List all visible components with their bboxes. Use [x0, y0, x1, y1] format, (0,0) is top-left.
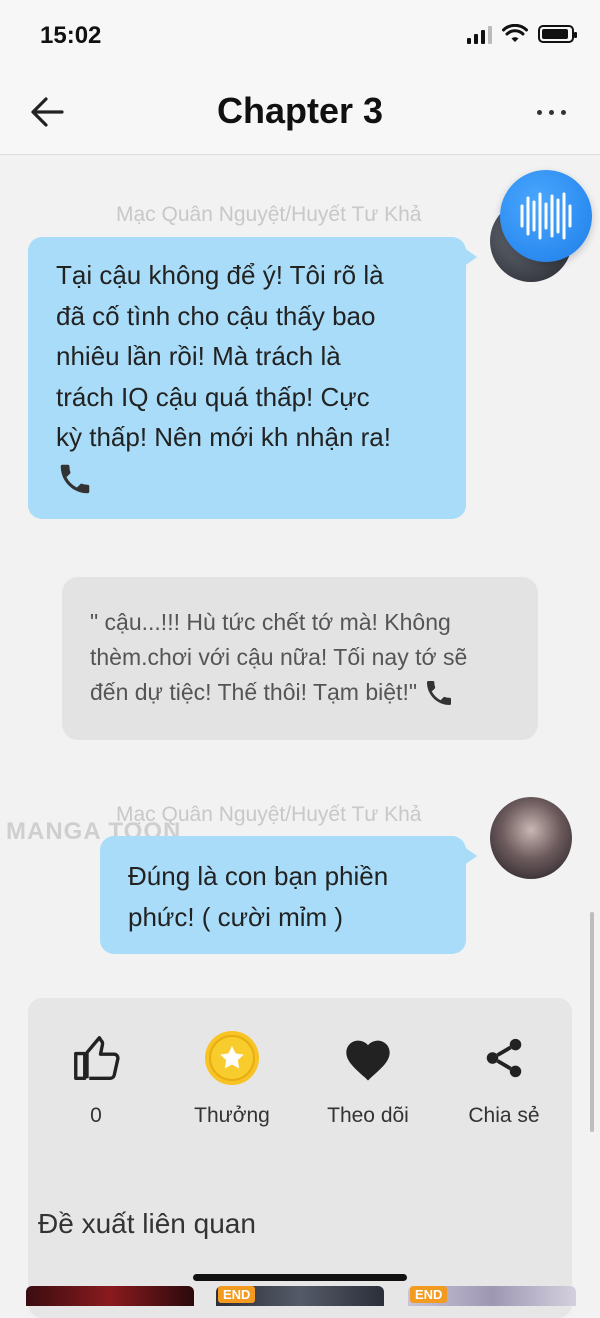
message-line: trách IQ cậu quá thấp! Cực: [56, 381, 370, 412]
message-author: Mạc Quân Nguyệt/Huyết Tư Khả: [116, 203, 422, 226]
home-indicator[interactable]: [193, 1274, 407, 1281]
message-line: kỳ thấp! Nên mới kh nhận ra!: [56, 422, 391, 452]
follow-label: Theo dõi: [327, 1104, 409, 1127]
battery-icon: [538, 25, 577, 43]
wifi-icon: [502, 24, 528, 42]
like-count: 0: [90, 1104, 102, 1127]
message-line: Đúng là con bạn phiền: [128, 861, 389, 891]
page-title: Chapter 3: [216, 90, 384, 131]
message-line: thèm.chơi với cậu nữa! Tối nay tớ sẽ: [90, 644, 468, 670]
narration-bubble: " cậu...!!! Hù tức chết tớ mà! Không thè…: [62, 577, 538, 740]
status-icons: [467, 24, 577, 44]
like-button[interactable]: 0: [36, 1028, 156, 1128]
follow-button[interactable]: Theo dõi: [308, 1028, 428, 1128]
share-button[interactable]: Chia sẻ: [444, 1028, 564, 1128]
phone-icon: [427, 680, 451, 705]
related-section-title: Đề xuất liên quan: [38, 1208, 256, 1239]
message-line: đến dự tiệc! Thế thôi! Tạm biệt!": [90, 679, 417, 705]
phone-icon: [60, 464, 90, 493]
status-bar: 15:02: [0, 0, 600, 72]
voice-playback-button[interactable]: [500, 170, 592, 262]
end-badge: END: [410, 1286, 448, 1303]
reward-button[interactable]: Thưởng: [172, 1028, 292, 1128]
share-icon: [486, 1038, 522, 1078]
more-options-icon[interactable]: [537, 110, 566, 115]
related-thumbnails: END END: [26, 1286, 586, 1306]
reward-label: Thưởng: [194, 1104, 270, 1127]
nav-bar: Chapter 3: [0, 72, 600, 155]
end-badge: END: [218, 1286, 256, 1303]
sound-wave-icon: [520, 192, 572, 240]
heart-icon: [346, 1040, 390, 1081]
scrollbar[interactable]: [590, 912, 594, 1132]
message-line: đã cố tình cho cậu thấy bao: [56, 300, 376, 331]
message-line: " cậu...!!! Hù tức chết tớ mà! Không: [90, 609, 451, 635]
cellular-signal-icon: [467, 24, 492, 44]
message-line: phức! ( cười mỉm ): [128, 901, 344, 932]
star-coin-icon: [205, 1031, 259, 1085]
chat-bubble: Đúng là con bạn phiền phức! ( cười mỉm ): [100, 836, 477, 954]
message-line: nhiêu lần rồi! Mà trách là: [56, 341, 341, 371]
related-thumbnail[interactable]: [26, 1286, 194, 1306]
chat-bubble: Tại cậu không để ý! Tôi rõ là đã cố tình…: [28, 237, 477, 519]
chapter-actions-panel: 0 Thưởng Theo dõi Chia sẻ Đề xuất liên q…: [26, 998, 576, 1318]
share-label: Chia sẻ: [468, 1104, 540, 1127]
status-time: 15:02: [40, 22, 102, 49]
thumbs-up-icon: [74, 1036, 120, 1080]
avatar[interactable]: [490, 797, 572, 879]
message-line: Tại cậu không để ý! Tôi rõ là: [56, 260, 384, 290]
